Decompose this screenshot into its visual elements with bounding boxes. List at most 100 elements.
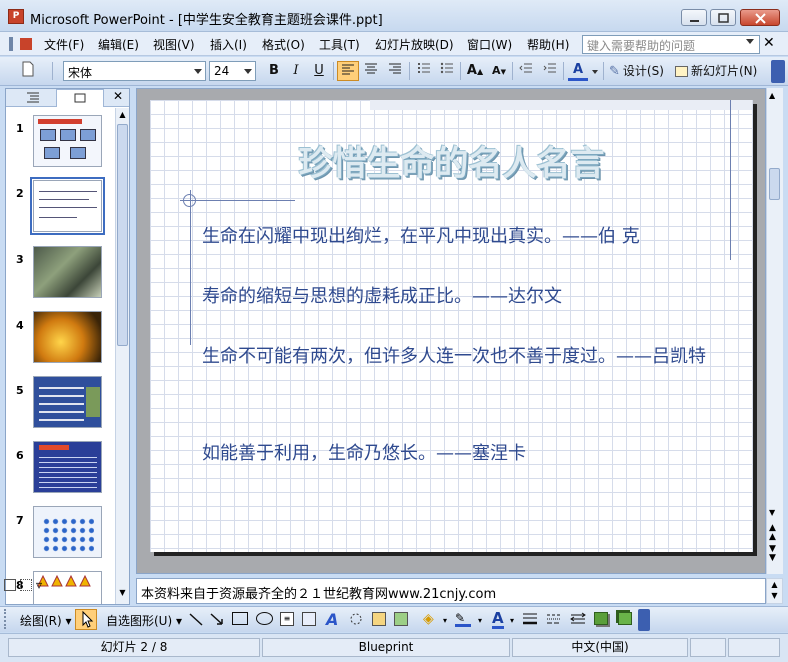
toolbar-separator: [603, 62, 604, 80]
menu-window[interactable]: 窗口(W): [467, 36, 512, 53]
close-button[interactable]: [740, 9, 780, 26]
line-color-icon[interactable]: ✎: [455, 611, 471, 627]
notes-pane[interactable]: 本资料来自于资源最齐全的２１世纪教育网www.21cnjy.com: [136, 578, 766, 604]
scroll-down-icon[interactable]: ▼: [769, 508, 775, 517]
help-search-input[interactable]: 键入需要帮助的问题: [582, 35, 760, 54]
font-color-button[interactable]: A: [568, 61, 588, 81]
previous-slide-icon[interactable]: ▲ ▲: [769, 524, 776, 542]
bullets-icon[interactable]: [437, 61, 457, 81]
arrow-style-icon[interactable]: [570, 612, 586, 629]
scroll-down-icon[interactable]: ▼: [117, 588, 128, 600]
slide-thumbnail-2[interactable]: [30, 177, 105, 235]
arrow-tool-icon[interactable]: [209, 611, 225, 630]
autoshapes-menu-button[interactable]: 自选图形(U) ▾: [106, 612, 182, 629]
status-cell-empty: [690, 638, 726, 657]
clipart-icon[interactable]: [372, 612, 386, 626]
slide-thumbnail-7[interactable]: [33, 506, 102, 558]
help-dropdown-icon[interactable]: [746, 39, 754, 44]
increase-font-size-icon[interactable]: A▲: [465, 61, 485, 81]
thumbnails-scrollbar[interactable]: ▲ ▼: [115, 108, 129, 604]
insert-picture-icon[interactable]: [394, 612, 408, 626]
draw-menu-button[interactable]: 绘图(R) ▾: [20, 612, 72, 629]
font-color-dropdown-icon[interactable]: [592, 70, 598, 74]
scroll-thumb[interactable]: [117, 124, 128, 346]
slide-thumbnail-1[interactable]: [33, 115, 102, 167]
slide-thumbnail-3[interactable]: [33, 246, 102, 298]
underline-button[interactable]: U: [309, 61, 329, 81]
menu-insert[interactable]: 插入(I): [210, 36, 247, 53]
3d-style-icon[interactable]: [618, 612, 632, 625]
menu-help[interactable]: 帮助(H): [527, 36, 569, 53]
wordart-icon[interactable]: A: [326, 610, 338, 629]
normal-view-icon[interactable]: [4, 579, 16, 591]
font-name-select[interactable]: 宋体: [63, 61, 206, 81]
editor-scrollbar[interactable]: ▲ ▼ ▲ ▲ ▼ ▼: [766, 88, 783, 574]
slide-thumbnail-6[interactable]: [33, 441, 102, 493]
outline-tab-icon[interactable]: [26, 91, 40, 106]
numbering-icon[interactable]: [414, 61, 434, 81]
quote-1[interactable]: 生命在闪耀中现出绚烂，在平凡中现出真实。——伯 克: [202, 224, 722, 250]
shadow-style-icon[interactable]: [594, 612, 608, 625]
slide-thumbnail-8[interactable]: [33, 571, 102, 604]
menu-view[interactable]: 视图(V): [153, 36, 195, 53]
design-button[interactable]: ✎ 设计(S): [609, 61, 664, 81]
drawing-font-color-icon[interactable]: A: [492, 609, 504, 629]
menu-tools[interactable]: 工具(T): [319, 36, 360, 53]
menu-file[interactable]: 文件(F): [44, 36, 84, 53]
toolbar-options-icon[interactable]: [771, 60, 785, 83]
align-center-button[interactable]: [361, 61, 381, 81]
slide-title[interactable]: 珍惜生命的名人名言: [150, 136, 753, 185]
scroll-up-icon[interactable]: ▲: [769, 91, 775, 100]
slide-sorter-icon[interactable]: [20, 579, 32, 591]
quote-2[interactable]: 寿命的缩短与思想的虚耗成正比。——达尔文: [202, 284, 722, 310]
line-color-dropdown-icon[interactable]: ▾: [478, 616, 482, 625]
font-size-select[interactable]: 24: [209, 61, 256, 81]
font-color-dropdown-icon[interactable]: ▾: [510, 616, 514, 625]
close-panel-icon[interactable]: ✕: [113, 89, 123, 103]
design-icon: ✎: [609, 63, 620, 79]
maximize-button[interactable]: [710, 9, 736, 26]
menu-edit[interactable]: 编辑(E): [98, 36, 139, 53]
document-close-icon[interactable]: ✕: [763, 35, 775, 51]
scroll-thumb[interactable]: [769, 168, 780, 200]
new-slide-button[interactable]: 新幻灯片(N): [675, 61, 757, 81]
diagram-icon[interactable]: [348, 611, 364, 630]
minimize-button[interactable]: [681, 9, 707, 26]
dash-style-icon[interactable]: [546, 612, 562, 629]
line-tool-icon[interactable]: [188, 611, 204, 630]
fill-color-icon[interactable]: ◈: [423, 611, 434, 627]
slides-tab[interactable]: [56, 89, 104, 107]
new-document-icon[interactable]: [18, 61, 38, 81]
slideshow-icon[interactable]: ▿: [36, 578, 42, 592]
slide-thumbnail-4[interactable]: [33, 311, 102, 363]
menu-slideshow[interactable]: 幻灯片放映(D): [375, 36, 454, 53]
scroll-up-icon[interactable]: ▲: [117, 110, 128, 122]
new-slide-icon: [675, 65, 688, 77]
slide-canvas[interactable]: 珍惜生命的名人名言 生命在闪耀中现出绚烂，在平凡中现出真实。——伯 克 寿命的缩…: [150, 100, 753, 552]
decrease-indent-icon[interactable]: [516, 61, 536, 81]
quote-4[interactable]: 如能善于利用，生命乃悠长。——塞涅卡: [202, 441, 722, 467]
bold-button[interactable]: B: [264, 61, 284, 81]
slide-number: 3: [16, 253, 24, 266]
next-slide-icon[interactable]: ▼ ▼: [769, 545, 776, 563]
increase-indent-icon[interactable]: [540, 61, 560, 81]
notes-scrollbar[interactable]: ▲ ▼: [766, 578, 783, 604]
fill-color-dropdown-icon[interactable]: ▾: [443, 616, 447, 625]
toolbar-options-icon[interactable]: [638, 609, 650, 631]
quote-3[interactable]: 生命不可能有两次，但许多人连一次也不善于度过。——吕凯特: [202, 344, 708, 370]
powerpoint-app-icon[interactable]: P: [8, 9, 24, 24]
line-style-icon[interactable]: [522, 612, 538, 629]
slide-thumbnail-5[interactable]: [33, 376, 102, 428]
italic-button[interactable]: I: [286, 61, 306, 81]
align-left-button[interactable]: [337, 61, 359, 81]
rectangle-tool-icon[interactable]: [232, 612, 248, 625]
textbox-tool-icon[interactable]: ≡: [280, 612, 294, 626]
menu-doc-icon[interactable]: [6, 35, 36, 53]
oval-tool-icon[interactable]: [256, 612, 273, 625]
vertical-textbox-icon[interactable]: [302, 612, 316, 626]
font-name-value: 宋体: [68, 66, 93, 80]
menu-format[interactable]: 格式(O): [262, 36, 305, 53]
align-right-button[interactable]: [385, 61, 405, 81]
select-objects-button[interactable]: [75, 609, 97, 630]
decrease-font-size-icon[interactable]: A▼: [489, 61, 509, 81]
